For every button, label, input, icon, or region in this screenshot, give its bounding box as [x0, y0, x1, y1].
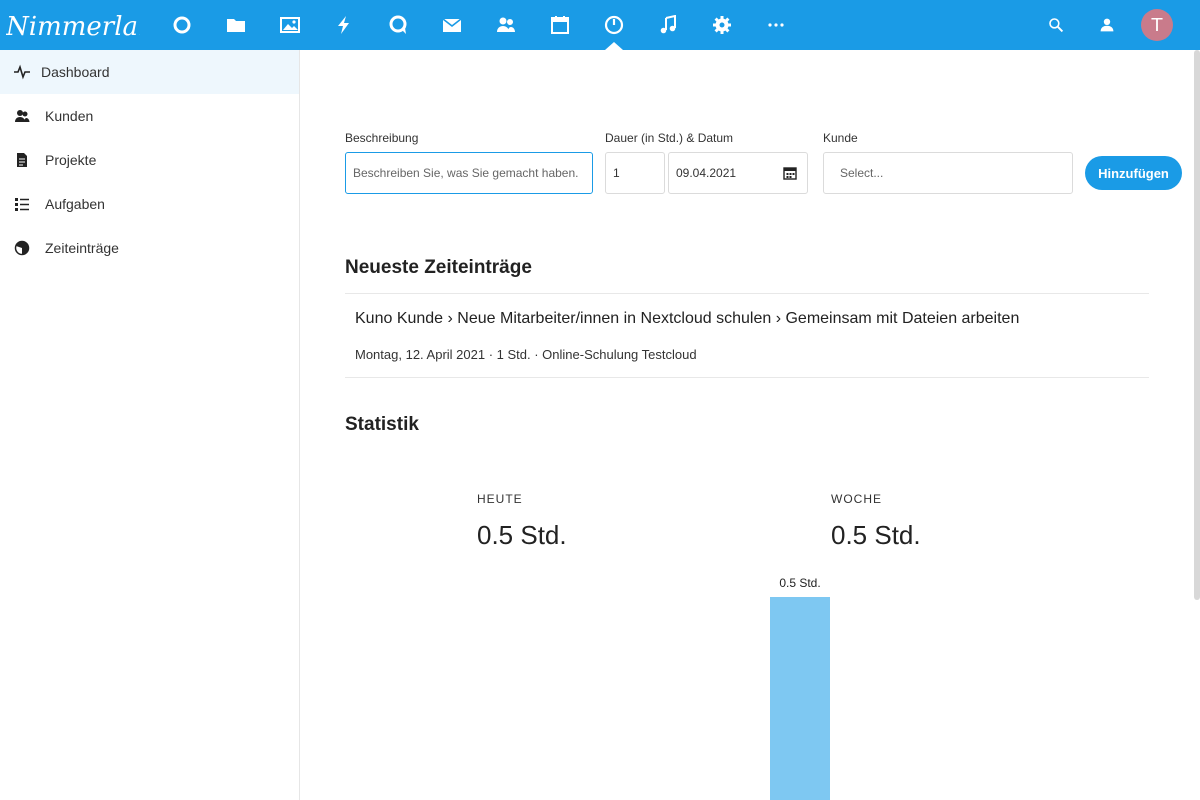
pie-icon [14, 240, 30, 256]
customer-label: Kunde [823, 131, 858, 145]
contacts-menu-icon[interactable] [1095, 13, 1119, 37]
date-value: 09.04.2021 [676, 166, 737, 180]
app-content: Beschreibung Beschreiben Sie, was Sie ge… [300, 50, 1195, 800]
sidebar-item-label: Aufgaben [45, 196, 105, 212]
logo-mark: Nimmerland [5, 12, 171, 42]
sidebar-item-aufgaben[interactable]: Aufgaben [0, 182, 299, 226]
duration-value: 1 [613, 166, 620, 180]
today-label: HEUTE [477, 492, 523, 506]
description-input[interactable]: Beschreiben Sie, was Sie gemacht haben. [345, 152, 593, 194]
date-input[interactable]: 09.04.2021 [668, 152, 808, 194]
divider [345, 377, 1149, 378]
calendar-icon[interactable] [548, 13, 572, 37]
dashboard-circle-icon[interactable] [170, 13, 194, 37]
week-bar-chart: 0.5 Std. [770, 576, 830, 800]
calendar-picker-icon[interactable] [783, 166, 797, 180]
talk-icon[interactable] [386, 13, 410, 37]
sidebar-item-label: Dashboard [41, 64, 110, 80]
activity-icon[interactable] [332, 13, 356, 37]
description-placeholder: Beschreiben Sie, was Sie gemacht haben. [353, 166, 579, 180]
photos-icon[interactable] [278, 13, 302, 37]
scrollbar[interactable] [1194, 50, 1200, 600]
sidebar-item-projekte[interactable]: Projekte [0, 138, 299, 182]
logo[interactable]: Nimmerland [5, 6, 171, 44]
active-app-indicator [605, 42, 623, 50]
logo-text: Nimmerland [6, 12, 140, 42]
description-label: Beschreibung [345, 131, 419, 145]
mail-icon[interactable] [440, 13, 464, 37]
today-value: 0.5 Std. [477, 520, 567, 550]
customer-placeholder: Select... [840, 166, 884, 180]
sidebar-item-label: Projekte [45, 152, 97, 168]
bar-data-label: 0.5 Std. [779, 576, 820, 590]
settings-icon[interactable] [710, 13, 734, 37]
customer-select[interactable]: Select... [823, 152, 1073, 194]
files-icon[interactable] [224, 13, 248, 37]
sidebar-item-zeiteintraege[interactable]: Zeiteinträge [0, 226, 299, 270]
customers-icon [15, 110, 30, 122]
sidebar-item-dashboard[interactable]: Dashboard [0, 50, 299, 94]
add-button[interactable]: Hinzufügen [1085, 156, 1182, 190]
recent-entries-title: Neueste Zeiteinträge [345, 257, 532, 278]
bar-week [770, 597, 830, 800]
sidebar-item-label: Zeiteinträge [45, 240, 119, 256]
sidebar-item-kunden[interactable]: Kunden [0, 94, 299, 138]
avatar[interactable]: T [1141, 9, 1173, 41]
sidebar-item-label: Kunden [45, 108, 94, 124]
contacts-icon[interactable] [494, 13, 518, 37]
entry-path[interactable]: Kuno Kunde › Neue Mitarbeiter/innen in N… [355, 310, 1019, 328]
entry-meta: Montag, 12. April 2021 · 1 Std. · Online… [355, 347, 697, 362]
tasks-icon [15, 198, 29, 211]
music-icon[interactable] [656, 13, 680, 37]
week-value: 0.5 Std. [831, 520, 921, 550]
divider [345, 293, 1149, 294]
more-icon[interactable] [764, 13, 788, 37]
statistics-title: Statistik [345, 414, 419, 435]
search-icon[interactable] [1044, 13, 1068, 37]
document-icon [17, 153, 27, 167]
top-bar: Nimmerland T [0, 0, 1200, 50]
duration-input[interactable]: 1 [605, 152, 665, 194]
duration-date-label: Dauer (in Std.) & Datum [605, 131, 734, 145]
timetracker-icon[interactable] [602, 13, 626, 37]
app-navigation: Dashboard Kunden Projekte Aufgaben Zeite… [0, 50, 300, 800]
week-label: WOCHE [831, 492, 882, 506]
pulse-icon [14, 64, 30, 80]
